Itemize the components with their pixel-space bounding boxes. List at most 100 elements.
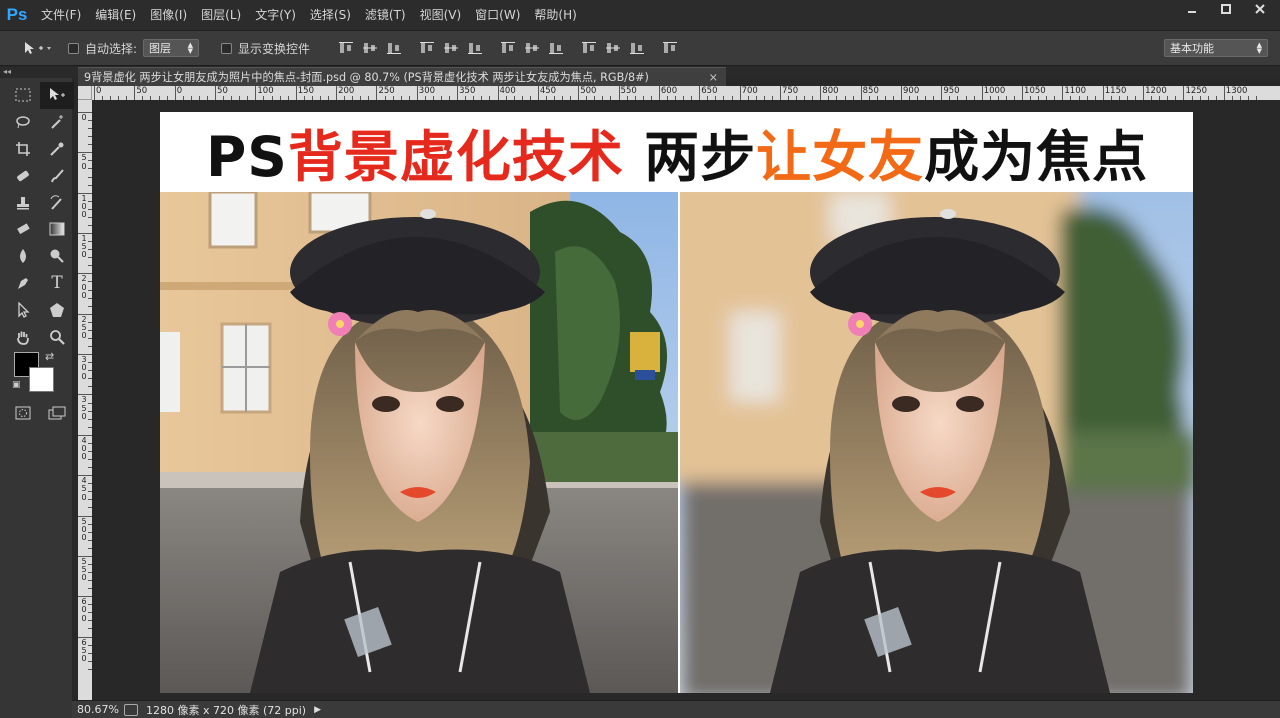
ruler-label: 300 bbox=[81, 355, 87, 381]
menu-edit[interactable]: 编辑(E) bbox=[88, 0, 143, 30]
align-horizontal-centers-icon[interactable] bbox=[444, 41, 459, 55]
ruler-label: 250 bbox=[378, 86, 395, 96]
ruler-label: 200 bbox=[81, 274, 87, 300]
cover-title-part: PS bbox=[206, 125, 288, 189]
history-brush-icon[interactable] bbox=[40, 189, 74, 216]
distribute-right-icon[interactable] bbox=[630, 41, 645, 55]
close-tab-icon[interactable]: × bbox=[709, 68, 718, 86]
crop-tool-icon[interactable] bbox=[6, 136, 40, 163]
shape-tool-icon[interactable] bbox=[40, 296, 74, 323]
ruler-label: 50 bbox=[81, 153, 87, 171]
swap-colors-icon[interactable]: ⇄ bbox=[45, 350, 54, 363]
screen-mode-icon[interactable] bbox=[40, 400, 74, 427]
eyedropper-icon[interactable] bbox=[40, 136, 74, 163]
menu-view[interactable]: 视图(V) bbox=[413, 0, 469, 30]
ruler-tick bbox=[578, 86, 580, 100]
clone-stamp-icon[interactable] bbox=[6, 189, 40, 216]
lasso-tool-icon[interactable] bbox=[6, 109, 40, 136]
ruler-label: 500 bbox=[81, 516, 87, 542]
auto-align-icon[interactable] bbox=[663, 41, 678, 55]
document-canvas[interactable]: PS背景虚化技术 两步让女友成为焦点 bbox=[160, 112, 1193, 693]
distribute-bottom-icon[interactable] bbox=[549, 41, 564, 55]
menu-file[interactable]: 文件(F) bbox=[34, 0, 88, 30]
ruler-label: 1250 bbox=[1185, 86, 1208, 96]
pen-tool-icon[interactable] bbox=[6, 270, 40, 297]
auto-select-dropdown[interactable]: 图层 ▲ ▼ bbox=[143, 39, 200, 57]
distribute-hcenter-icon[interactable] bbox=[606, 41, 621, 55]
menu-layer[interactable]: 图层(L) bbox=[194, 0, 248, 30]
quick-mask-icon[interactable] bbox=[6, 400, 40, 427]
distribute-left-icon[interactable] bbox=[582, 41, 597, 55]
align-left-edges-icon[interactable] bbox=[420, 41, 435, 55]
background-color-swatch[interactable] bbox=[29, 366, 54, 392]
magic-wand-icon[interactable] bbox=[40, 109, 74, 136]
type-tool-icon[interactable]: T bbox=[40, 270, 74, 297]
marquee-tool-icon[interactable] bbox=[6, 82, 40, 109]
brush-tool-icon[interactable] bbox=[40, 162, 74, 189]
collapse-icon[interactable]: ◂◂ bbox=[0, 67, 72, 78]
default-colors-icon[interactable]: ▣ bbox=[12, 380, 21, 390]
menu-help[interactable]: 帮助(H) bbox=[527, 0, 583, 30]
horizontal-ruler[interactable]: 0 50 0 50 100 150 200 250 300 350 400 450 500 550 600 6… bbox=[78, 86, 1280, 100]
tools-panel: ◂◂ T ⇄ ▣ bbox=[0, 67, 74, 718]
ruler-label: 250 bbox=[81, 314, 87, 341]
menu-window[interactable]: 窗口(W) bbox=[468, 0, 527, 30]
ruler-label: 1300 bbox=[1225, 86, 1248, 96]
align-vertical-centers-icon[interactable] bbox=[363, 41, 378, 55]
menu-type[interactable]: 文字(Y) bbox=[248, 0, 303, 30]
ruler-origin[interactable] bbox=[78, 86, 92, 100]
ruler-label: 1100 bbox=[1064, 86, 1087, 96]
menu-image[interactable]: 图像(I) bbox=[143, 0, 194, 30]
move-tool-icon[interactable] bbox=[40, 82, 74, 109]
menu-filter[interactable]: 滤镜(T) bbox=[358, 0, 413, 30]
canvas-area[interactable]: PS背景虚化技术 两步让女友成为焦点 bbox=[92, 100, 1280, 700]
ruler-tick bbox=[1062, 86, 1064, 100]
document-status-icon[interactable] bbox=[124, 703, 138, 716]
ruler-tick bbox=[215, 86, 217, 100]
dodge-tool-icon[interactable] bbox=[40, 243, 74, 270]
distribute-top-icon[interactable] bbox=[501, 41, 516, 55]
ruler-label: 350 bbox=[81, 395, 87, 421]
auto-select-checkbox[interactable] bbox=[68, 42, 79, 54]
minimize-icon[interactable] bbox=[1178, 0, 1206, 18]
ruler-tick bbox=[1102, 86, 1104, 100]
close-icon[interactable] bbox=[1246, 0, 1274, 18]
show-transform-checkbox[interactable] bbox=[221, 42, 233, 54]
zoom-level[interactable]: 80.67% bbox=[72, 703, 124, 716]
distribute-vcenter-icon[interactable] bbox=[525, 41, 540, 55]
ruler-label: 900 bbox=[903, 86, 920, 96]
align-right-edges-icon[interactable] bbox=[468, 41, 483, 55]
ruler-label: 550 bbox=[620, 86, 637, 96]
eraser-icon[interactable] bbox=[6, 216, 40, 243]
vertical-ruler[interactable]: 0 50 100 150 200 250 300 350 400 450 500 550 600 650 bbox=[78, 100, 92, 700]
maximize-icon[interactable] bbox=[1212, 0, 1240, 18]
healing-brush-icon[interactable] bbox=[6, 162, 40, 189]
ruler-tick bbox=[860, 86, 862, 100]
ruler-label: 100 bbox=[81, 193, 87, 220]
ruler-tick bbox=[376, 86, 378, 100]
ruler-label: 850 bbox=[862, 86, 879, 96]
ruler-tick bbox=[739, 86, 741, 100]
document-title: 9背景虚化 两步让女朋友成为照片中的焦点-封面.psd @ 80.7% (PS背… bbox=[84, 71, 649, 84]
ruler-label: 450 bbox=[539, 86, 557, 96]
menu-select[interactable]: 选择(S) bbox=[303, 0, 358, 30]
zoom-tool-icon[interactable] bbox=[40, 323, 74, 350]
ruler-tick bbox=[457, 86, 459, 100]
blur-tool-icon[interactable] bbox=[6, 243, 40, 270]
ruler-tick bbox=[901, 86, 902, 100]
align-bottom-edges-icon[interactable] bbox=[387, 41, 402, 55]
align-top-edges-icon[interactable] bbox=[339, 41, 354, 55]
ruler-tick bbox=[174, 86, 176, 100]
ruler-tick bbox=[941, 86, 943, 100]
ruler-label: 50 bbox=[136, 86, 148, 96]
status-menu-arrow-icon[interactable]: ▶ bbox=[314, 705, 321, 715]
document-tab[interactable]: 9背景虚化 两步让女朋友成为照片中的焦点-封面.psd @ 80.7% (PS背… bbox=[78, 67, 726, 86]
path-selection-icon[interactable] bbox=[6, 296, 40, 323]
workspace-dropdown[interactable]: 基本功能 ▲ ▼ bbox=[1164, 39, 1268, 57]
ruler-label: 600 bbox=[81, 597, 87, 623]
hand-tool-icon[interactable] bbox=[6, 323, 40, 350]
cover-title-part: 成为焦点 bbox=[924, 125, 1149, 189]
gradient-tool-icon[interactable] bbox=[40, 216, 74, 243]
move-tool-preset-icon[interactable] bbox=[22, 40, 52, 56]
ruler-tick bbox=[336, 86, 338, 100]
